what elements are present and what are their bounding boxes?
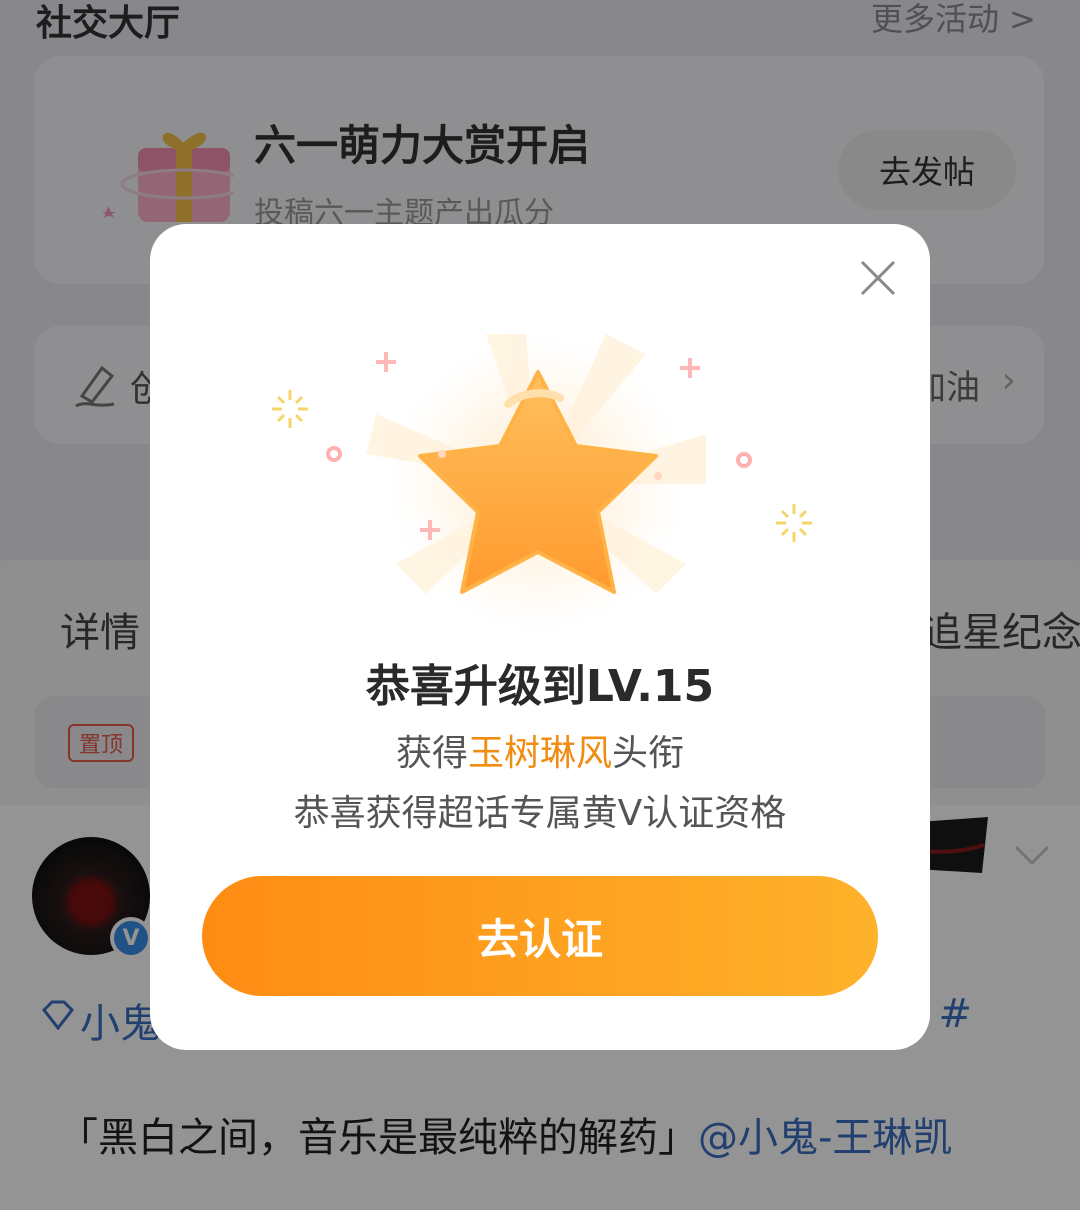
level-up-dialog: 恭喜升级到LV.15 获得玉树琳风头衔 恭喜获得超话专属黄V认证资格 去认证 bbox=[150, 224, 930, 1050]
qualification-text: 恭喜获得超话专属黄V认证资格 bbox=[293, 793, 787, 834]
star-icon bbox=[272, 324, 812, 634]
obtain-prefix: 获得 bbox=[395, 733, 468, 774]
title-name: 玉树琳风 bbox=[467, 733, 612, 774]
go-verify-button[interactable]: 去认证 bbox=[202, 876, 878, 996]
obtain-suffix: 头衔 bbox=[612, 733, 685, 774]
level-up-title: 恭喜升级到LV.15 bbox=[365, 661, 715, 712]
title-reward-line: 获得玉树琳风头衔 bbox=[150, 724, 930, 776]
close-icon[interactable] bbox=[856, 256, 900, 300]
